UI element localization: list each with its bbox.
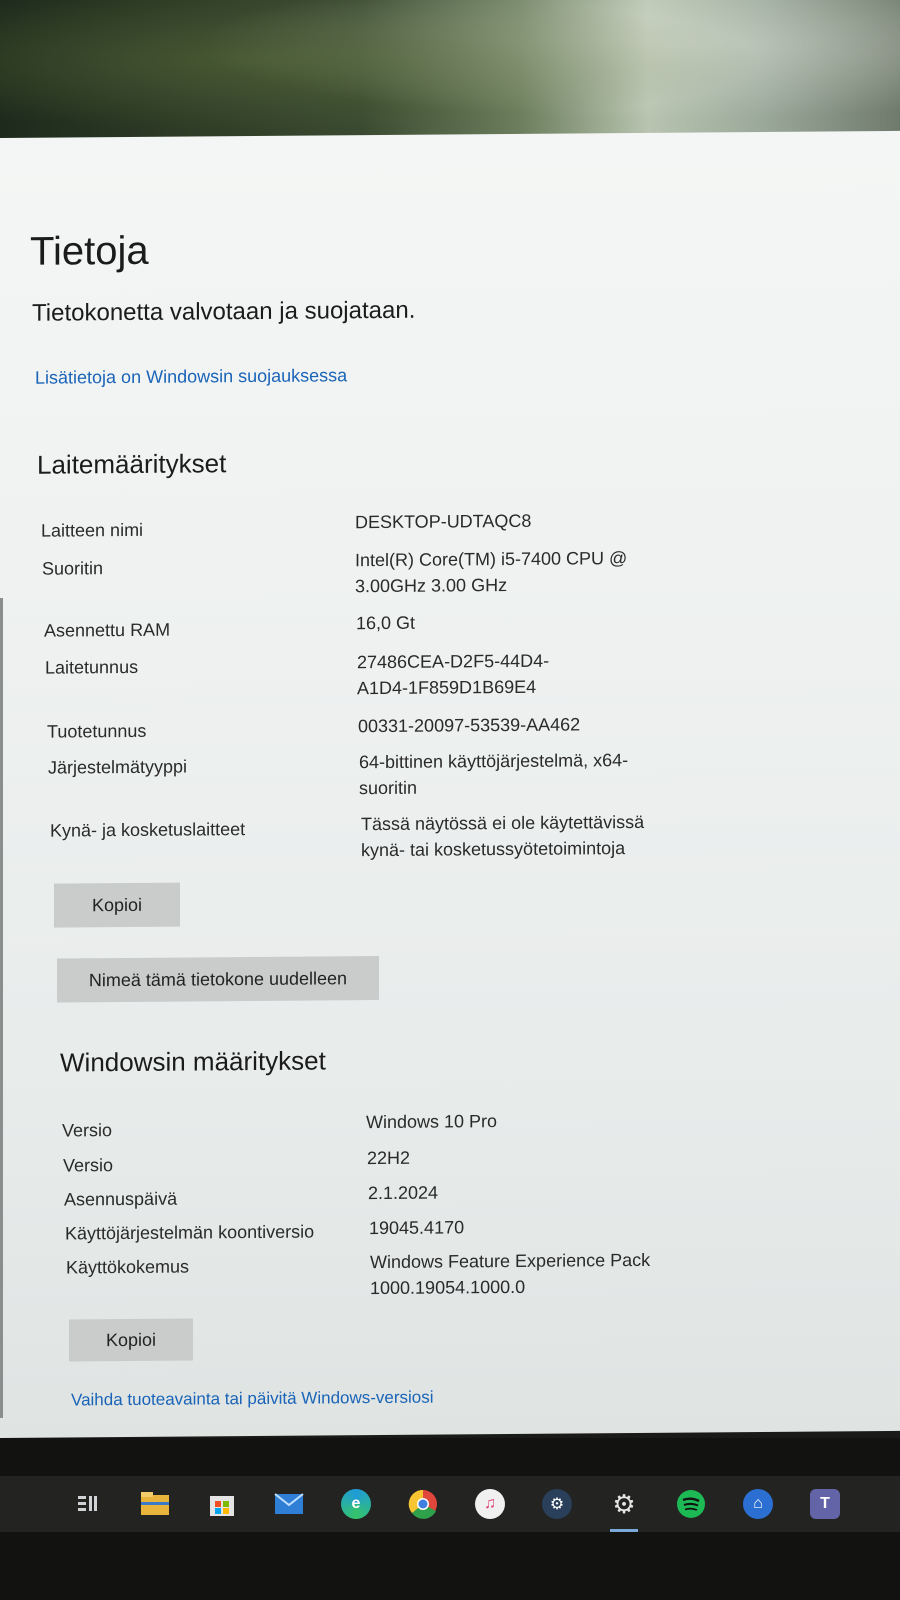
teams-icon[interactable]: T bbox=[805, 1484, 845, 1524]
spec-label: Laitteen nimi bbox=[41, 519, 144, 541]
steam-icon[interactable]: ⚙ bbox=[537, 1484, 577, 1524]
experience-value-line2: 1000.19054.1000.0 bbox=[370, 1276, 526, 1299]
experience-value: Windows Feature Experience Pack bbox=[370, 1249, 651, 1273]
pen-touch-value-line2: kynä- tai kosketussyötetoimintoja bbox=[361, 838, 626, 861]
protection-status: Tietokonetta valvotaan ja suojataan. bbox=[32, 296, 416, 327]
spec-label: Kynä- ja kosketuslaitteet bbox=[50, 819, 246, 841]
install-date-value: 2.1.2024 bbox=[368, 1182, 439, 1204]
system-type-value-line2: suoritin bbox=[359, 777, 418, 799]
spec-label: Versio bbox=[63, 1155, 114, 1176]
spotify-icon[interactable] bbox=[671, 1484, 711, 1524]
taskbar: e ♫ ⚙ ⚙ ⌂ T bbox=[0, 1476, 900, 1532]
page-title: Tietoja bbox=[30, 228, 149, 274]
pen-touch-value: Tässä näytössä ei ole käytettävissä bbox=[361, 811, 645, 835]
mail-icon[interactable] bbox=[269, 1484, 309, 1524]
spec-label: Versio bbox=[62, 1120, 113, 1141]
settings-window: Tietoja Tietokonetta valvotaan ja suojat… bbox=[0, 130, 900, 1438]
copy-device-specs-button[interactable]: Kopioi bbox=[54, 882, 180, 928]
edition-value: Windows 10 Pro bbox=[366, 1111, 498, 1133]
microsoft-store-icon[interactable] bbox=[202, 1484, 242, 1524]
file-explorer-icon[interactable] bbox=[135, 1484, 175, 1524]
spec-label: Tuotetunnus bbox=[47, 720, 147, 742]
taskbar-area: e ♫ ⚙ ⚙ ⌂ T bbox=[0, 1438, 900, 1600]
edge-icon[interactable]: e bbox=[336, 1484, 376, 1524]
system-type-value: 64-bittinen käyttöjärjestelmä, x64- bbox=[359, 750, 629, 773]
product-id-value: 00331-20097-53539-AA462 bbox=[358, 714, 581, 737]
change-product-key-link[interactable]: Vaihda tuoteavainta tai päivitä Windows-… bbox=[71, 1388, 434, 1411]
spec-label: Käyttöjärjestelmän koontiversio bbox=[65, 1221, 315, 1244]
spec-label: Asennuspäivä bbox=[64, 1188, 178, 1210]
spec-label: Laitetunnus bbox=[45, 656, 139, 678]
processor-value: Intel(R) Core(TM) i5-7400 CPU @ bbox=[355, 548, 628, 571]
rename-pc-button[interactable]: Nimeä tämä tietokone uudelleen bbox=[57, 956, 379, 1003]
itunes-icon[interactable]: ♫ bbox=[470, 1484, 510, 1524]
background-photo bbox=[0, 0, 900, 150]
ram-value: 16,0 Gt bbox=[356, 612, 416, 634]
spec-label: Käyttökokemus bbox=[66, 1256, 190, 1278]
processor-value-line2: 3.00GHz 3.00 GHz bbox=[355, 575, 508, 597]
device-id-value: 27486CEA-D2F5-44D4- bbox=[357, 650, 550, 673]
windows-specs-heading: Windowsin määritykset bbox=[60, 1045, 326, 1078]
windows-security-link[interactable]: Lisätietoja on Windowsin suojauksessa bbox=[35, 365, 347, 388]
spec-label: Asennettu RAM bbox=[44, 619, 171, 641]
copy-windows-specs-button[interactable]: Kopioi bbox=[69, 1318, 193, 1362]
spec-label: Suoritin bbox=[42, 558, 104, 579]
device-name-value: DESKTOP-UDTAQC8 bbox=[355, 510, 532, 533]
os-build-value: 19045.4170 bbox=[369, 1217, 465, 1239]
device-id-value-line2: A1D4-1F859D1B69E4 bbox=[357, 676, 537, 699]
device-specs-heading: Laitemääritykset bbox=[37, 448, 227, 480]
chrome-icon[interactable] bbox=[403, 1484, 443, 1524]
task-view-icon[interactable] bbox=[68, 1484, 108, 1524]
settings-icon[interactable]: ⚙ bbox=[604, 1484, 644, 1532]
blue-app-icon[interactable]: ⌂ bbox=[738, 1484, 778, 1524]
window-left-edge bbox=[0, 597, 3, 1418]
version-value: 22H2 bbox=[367, 1147, 411, 1169]
spec-label: Järjestelmätyyppi bbox=[48, 756, 188, 778]
